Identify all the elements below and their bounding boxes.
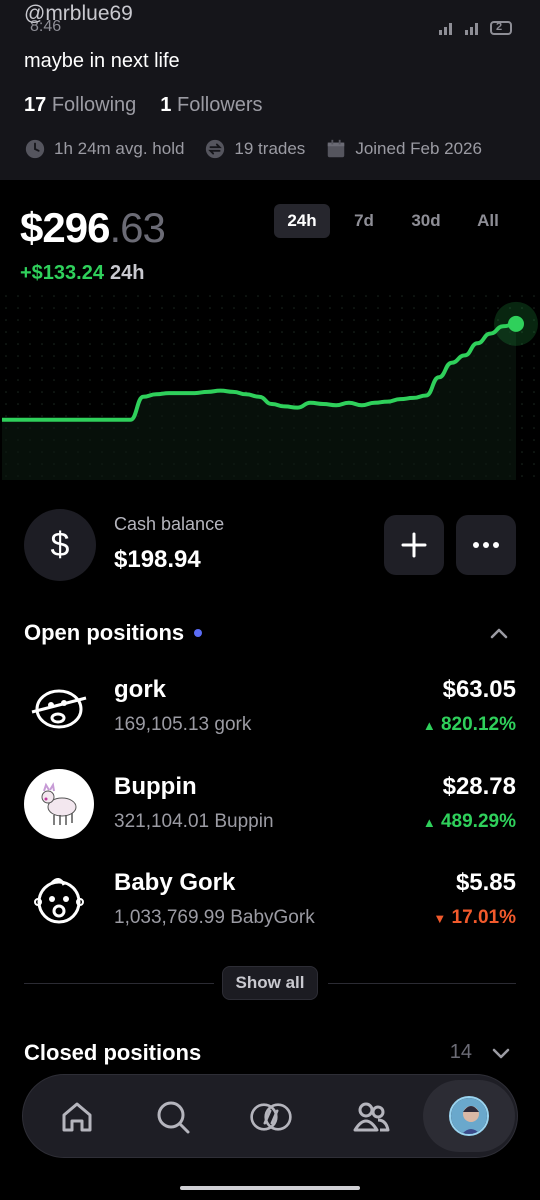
- portfolio-value-cents: .63: [109, 204, 165, 251]
- profile-avatar: [449, 1096, 489, 1136]
- nav-search[interactable]: [151, 1095, 195, 1139]
- battery-level: 2: [496, 21, 503, 33]
- chart-endpoint: [508, 315, 524, 332]
- position-row-gork[interactable]: gork 169,105.13 gork $63.05 ▲ 820.12%: [24, 672, 516, 744]
- portfolio-value-whole: $296: [20, 204, 110, 251]
- joined-text: Joined Feb 2026: [355, 139, 482, 158]
- buppin-avatar: [24, 769, 94, 839]
- portfolio-chart[interactable]: [0, 290, 540, 480]
- open-positions-label: Open positions: [24, 620, 185, 645]
- profile-meta: 1h 24m avg. hold 19 trades Joined Feb 20…: [24, 138, 482, 160]
- range-7d[interactable]: 7d: [336, 204, 392, 238]
- nav-trade[interactable]: [249, 1095, 293, 1139]
- avg-hold: 1h 24m avg. hold: [24, 138, 184, 160]
- more-button[interactable]: [456, 515, 516, 575]
- avg-hold-text: 1h 24m avg. hold: [54, 139, 185, 158]
- search-icon: [157, 1101, 190, 1134]
- more-icon: [473, 542, 499, 548]
- position-qty: 1,033,769.99 BabyGork: [114, 907, 315, 928]
- cash-value: $198.94: [114, 546, 201, 573]
- chart-area: [2, 323, 516, 480]
- home-icon: [62, 1102, 92, 1132]
- change-amount: +$133.24: [20, 262, 104, 284]
- position-qty: 321,104.01 Buppin: [114, 811, 274, 832]
- show-all-button[interactable]: Show all: [222, 966, 318, 1000]
- followers-count: 1: [160, 94, 172, 116]
- follow-stats: 17 Following 1 Followers: [24, 94, 263, 117]
- position-name: Baby Gork: [114, 869, 236, 896]
- chevron-down-icon[interactable]: [490, 1042, 512, 1064]
- position-name: Buppin: [114, 773, 197, 800]
- plus-icon: [401, 532, 427, 558]
- change-period: 24h: [109, 262, 145, 284]
- triangle-up-icon: ▲: [422, 815, 436, 830]
- nav-home[interactable]: [55, 1095, 99, 1139]
- divider-left: [24, 983, 214, 984]
- home-indicator[interactable]: [180, 1186, 360, 1190]
- position-value: $63.05: [442, 676, 516, 703]
- users-icon: [353, 1102, 390, 1132]
- gork-avatar: [24, 672, 94, 742]
- profile-header: 8:46 2 @mrblue69 maybe in next life 17 F…: [0, 0, 540, 180]
- position-change: ▲ 489.29%: [423, 811, 516, 833]
- cash-label: Cash balance: [114, 514, 225, 534]
- followers-link[interactable]: 1 Followers: [160, 94, 262, 117]
- open-positions-title[interactable]: Open positions: [24, 620, 203, 646]
- calendar-icon: [328, 139, 345, 158]
- bottom-nav: [22, 1074, 518, 1158]
- signal-icon-2: [465, 23, 478, 35]
- closed-positions-count: 14: [449, 1041, 472, 1063]
- position-value: $5.85: [455, 869, 516, 896]
- position-value: $28.78: [442, 773, 516, 800]
- bio: maybe in next life: [24, 50, 180, 72]
- position-row-babygork[interactable]: Baby Gork 1,033,769.99 BabyGork $5.85 ▼ …: [24, 865, 516, 937]
- swap-icon: [206, 139, 225, 159]
- status-icons: 2: [438, 20, 512, 36]
- range-selector: 24h 7d 30d All: [274, 204, 516, 238]
- portfolio-change: +$133.24 24h: [20, 262, 144, 285]
- divider-right: [328, 983, 516, 984]
- babygork-avatar: [24, 865, 94, 935]
- username: @mrblue69: [24, 2, 133, 25]
- range-24h[interactable]: 24h: [274, 204, 330, 238]
- following-count: 17: [24, 94, 47, 116]
- closed-positions-title[interactable]: Closed positions: [24, 1040, 201, 1066]
- position-change-pct: 489.29%: [440, 811, 516, 832]
- position-change: ▲ 820.12%: [423, 714, 516, 736]
- battery-icon: 2: [490, 21, 512, 35]
- trades-text: 19 trades: [234, 139, 306, 158]
- chevron-up-icon[interactable]: [488, 622, 510, 644]
- position-change-pct: 17.01%: [451, 907, 516, 928]
- range-30d[interactable]: 30d: [398, 204, 454, 238]
- signal-icon: [439, 23, 452, 35]
- portfolio-value: $296.63: [20, 204, 166, 252]
- add-cash-button[interactable]: [384, 515, 444, 575]
- position-qty: 169,105.13 gork: [114, 714, 252, 735]
- following-link[interactable]: 17 Following: [24, 94, 136, 117]
- dollar-icon: $: [24, 509, 96, 581]
- triangle-down-icon: ▼: [433, 911, 447, 926]
- triangle-up-icon: ▲: [422, 718, 436, 733]
- position-change-pct: 820.12%: [440, 714, 516, 735]
- range-all[interactable]: All: [460, 204, 516, 238]
- nav-social[interactable]: [349, 1095, 393, 1139]
- clock-icon: [25, 139, 45, 159]
- position-name: gork: [114, 676, 167, 703]
- trade-icon: [250, 1103, 292, 1131]
- position-change: ▼ 17.01%: [433, 907, 516, 929]
- position-row-buppin[interactable]: Buppin 321,104.01 Buppin $28.78 ▲ 489.29…: [24, 769, 516, 841]
- trades-count: 19 trades: [204, 138, 305, 160]
- joined-date: Joined Feb 2026: [325, 138, 482, 160]
- following-label: Following: [51, 94, 137, 116]
- nav-profile[interactable]: [423, 1080, 515, 1152]
- followers-label: Followers: [176, 94, 263, 116]
- new-indicator-dot: [194, 629, 203, 637]
